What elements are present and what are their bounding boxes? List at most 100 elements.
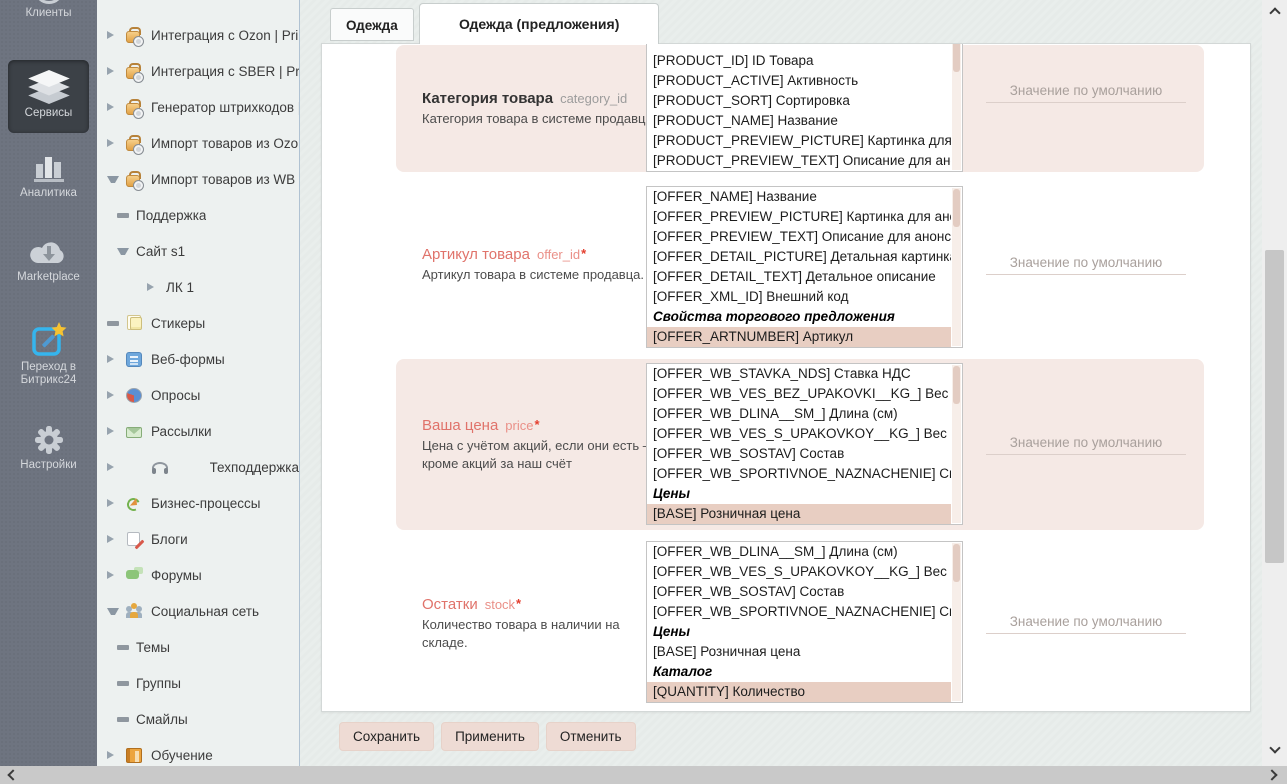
collapsed-arrow-icon[interactable] [107,67,119,75]
bizproc-icon [126,495,142,511]
collapsed-arrow-icon[interactable] [107,31,119,39]
tree-item[interactable]: Импорт товаров из WB | Pr [97,161,299,197]
select-option[interactable]: [OFFER_PREVIEW_TEXT] Описание для анонса [647,227,951,247]
select-option[interactable]: [OFFER_XML_ID] Внешний код [647,287,951,307]
collapsed-arrow-icon[interactable] [107,535,119,543]
tree-item[interactable]: Сайт s1 [97,233,299,269]
sidebar-item-marketplace[interactable]: Marketplace [0,236,97,284]
tree-item[interactable]: Интеграция с SBER | Prime [97,53,299,89]
collapsed-arrow-icon[interactable] [107,427,119,435]
default-value-input[interactable] [986,431,1186,455]
select-option[interactable]: [PRODUCT_PREVIEW_TEXT] Описание для анон… [647,151,951,171]
default-value-input[interactable] [986,251,1186,275]
tree-item[interactable]: Техподдержка [97,449,299,485]
select-scrollbar[interactable] [952,365,961,523]
select-option[interactable]: [OFFER_PREVIEW_PICTURE] Картинка для ано… [647,207,951,227]
stickers-icon [126,315,142,331]
tree-item[interactable]: Опросы [97,377,299,413]
scroll-left-icon[interactable] [7,769,18,780]
select-option[interactable]: [OFFER_WB_DLINA__SM_] Длина (см) [647,542,951,562]
default-value-input[interactable] [986,79,1186,103]
select-option[interactable]: [OFFER_WB_SOSTAV] Состав [647,582,951,602]
sidebar-item-clients[interactable]: Клиенты [0,0,97,20]
tree-item[interactable]: Поддержка [97,197,299,233]
expanded-arrow-icon[interactable] [107,176,119,183]
tree-item[interactable]: Обучение [97,737,299,766]
module-icon [126,101,142,117]
select-option[interactable]: [OFFER_WB_SPORTIVNOE_NAZNACHENIE] Спорт [647,464,951,484]
tree-item[interactable]: Генератор штрихкодов | Pr [97,89,299,125]
tab-odezhda-offers[interactable]: Одежда (предложения) [419,3,659,44]
select-option[interactable]: [PRODUCT_SORT] Сортировка [647,91,951,111]
select-option[interactable]: [OFFER_WB_VES_BEZ_UPAKOVKI__KG_] Вес без [647,384,951,404]
select-option[interactable]: [OFFER_DETAIL_TEXT] Детальное описание [647,267,951,287]
tree-item[interactable]: Интеграция с Ozon | Prime [97,17,299,53]
tree-item[interactable]: Темы [97,629,299,665]
scroll-down-icon[interactable] [1269,742,1280,753]
cancel-button[interactable]: Отменить [546,722,636,751]
tree-item[interactable]: Рассылки [97,413,299,449]
select-scrollbar[interactable] [952,188,961,346]
collapsed-arrow-icon[interactable] [147,283,159,291]
tree-item[interactable]: Бизнес-процессы [97,485,299,521]
vertical-scrollbar-thumb[interactable] [1265,250,1284,563]
tree-item[interactable]: Социальная сеть [97,593,299,629]
select-option[interactable]: [PRODUCT_PREVIEW_PICTURE] Картинка для а… [647,131,951,151]
option-group-label: Цены [647,484,951,504]
select-scrollbar[interactable] [952,543,961,701]
collapsed-arrow-icon[interactable] [107,751,119,759]
collapsed-arrow-icon[interactable] [107,571,119,579]
select-option[interactable]: [QUANTITY] Количество [647,682,951,702]
scroll-up-icon[interactable] [1269,7,1280,18]
default-value-input[interactable] [986,610,1186,634]
apply-button[interactable]: Применить [441,722,539,751]
select-option[interactable]: [PRODUCT_NAME] Название [647,111,951,131]
sidebar-item-services[interactable]: Сервисы [8,60,89,133]
mapping-select[interactable]: [OFFER_NAME] Название[OFFER_PREVIEW_PICT… [646,186,963,348]
select-option[interactable]: [BASE] Розничная цена [647,642,951,662]
select-option[interactable]: [PRODUCT_ACTIVE] Активность [647,71,951,91]
mapping-select[interactable]: [OFFER_WB_DLINA__SM_] Длина (см)[OFFER_W… [646,541,963,703]
tree-item[interactable]: Импорт товаров из Ozon | [97,125,299,161]
tree-item[interactable]: Веб-формы [97,341,299,377]
tree-item[interactable]: Блоги [97,521,299,557]
tree-item[interactable]: Стикеры [97,305,299,341]
select-option[interactable]: [OFFER_DETAIL_PICTURE] Детальная картинк… [647,247,951,267]
collapsed-arrow-icon[interactable] [107,391,119,399]
horizontal-scrollbar[interactable] [0,766,1287,784]
collapsed-arrow-icon[interactable] [107,355,119,363]
scroll-right-icon[interactable] [1266,769,1277,780]
expanded-arrow-icon[interactable] [117,248,129,255]
save-button[interactable]: Сохранить [339,722,434,751]
sidebar-item-analytics[interactable]: Аналитика [0,150,97,200]
app-window: Клиенты Сервисы Аналитика [0,0,1287,784]
sidebar-item-bitrix24[interactable]: Переход в Битрикс24 [0,320,97,387]
select-option[interactable]: [PRODUCT_ID] ID Товара [647,51,951,71]
select-option[interactable]: [OFFER_WB_SOSTAV] Состав [647,444,951,464]
tab-odezhda[interactable]: Одежда [330,8,414,41]
select-option[interactable]: [OFFER_NAME] Название [647,187,951,207]
select-option[interactable]: [OFFER_WB_DLINA__SM_] Длина (см) [647,404,951,424]
field-label: Остатки [422,596,478,613]
tree-item[interactable]: Группы [97,665,299,701]
select-option[interactable]: [OFFER_WB_VES_S_UPAKOVKOY__KG_] Вес с уп [647,424,951,444]
mapping-select[interactable]: [PRODUCT_ID] ID Товара[PRODUCT_ACTIVE] А… [646,43,963,172]
tree-item[interactable]: ЛК 1 [97,269,299,305]
select-option[interactable]: [OFFER_WB_VES_S_UPAKOVKOY__KG_] Вес с уп [647,562,951,582]
tree-item[interactable]: Смайлы [97,701,299,737]
select-option[interactable]: [OFFER_ARTNUMBER] Артикул [647,327,951,347]
field-code: offer_id [537,247,580,262]
collapsed-arrow-icon[interactable] [107,139,119,147]
sidebar-item-settings[interactable]: Настройки [0,424,97,472]
collapsed-arrow-icon[interactable] [107,103,119,111]
mapping-select[interactable]: [OFFER_WB_STAVKA_NDS] Ставка НДС[OFFER_W… [646,363,963,525]
collapsed-arrow-icon[interactable] [107,499,119,507]
vertical-scrollbar[interactable] [1262,0,1287,766]
expanded-arrow-icon[interactable] [107,608,119,615]
collapsed-arrow-icon[interactable] [107,463,119,471]
select-option[interactable]: [OFFER_WB_STAVKA_NDS] Ставка НДС [647,364,951,384]
select-option[interactable]: [OFFER_WB_SPORTIVNOE_NAZNACHENIE] Спорт [647,602,951,622]
select-option[interactable]: [BASE] Розничная цена [647,504,951,524]
tree-item[interactable]: Форумы [97,557,299,593]
select-scrollbar[interactable] [952,43,961,170]
